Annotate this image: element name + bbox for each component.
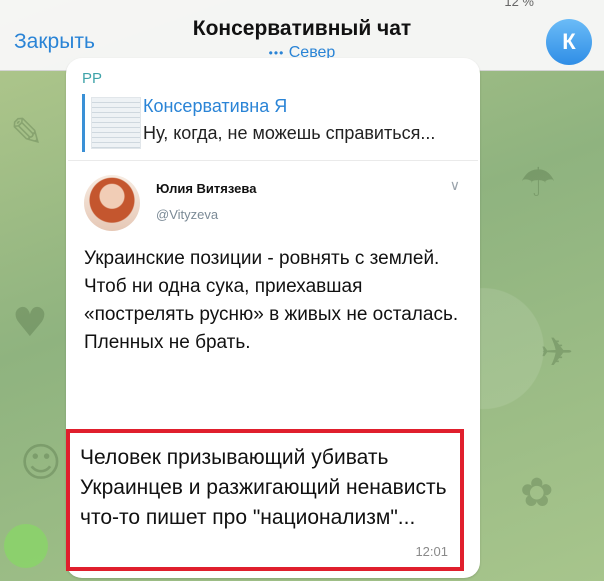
tweet-line: Чтоб ни одна сука, приехавшая «пострелят… (84, 276, 459, 325)
tweet-line: Украинские позиции - ровнять с землей. (84, 248, 440, 269)
doodle-icon: ✿ (520, 470, 554, 516)
message-sender: РР (82, 70, 103, 87)
chevron-down-icon[interactable]: ∨ (450, 177, 460, 194)
doodle-icon: ☂ (520, 160, 556, 206)
chat-avatar[interactable]: К (546, 19, 592, 65)
doodle-icon: ✈ (540, 330, 574, 376)
doodle-icon: ♥ (12, 300, 48, 346)
chat-title: Консервативный чат (192, 17, 412, 40)
highlight-text: Человек призывающий убивать Украинцев и … (80, 446, 447, 529)
doodle-icon: ✎ (10, 110, 44, 156)
message-bubble[interactable]: РР Консервативна Я Ну, когда, не можешь … (66, 58, 480, 578)
tweet-line: Пленных не брать. (84, 332, 251, 353)
tweet-author-name: Юлия Витязева (156, 181, 257, 196)
tweet-author-handle: @Vityzeva (156, 207, 219, 222)
reply-author: Консервативна Я (143, 96, 288, 116)
reply-text: Ну, когда, не можешь справиться... (143, 123, 436, 143)
message-time: 12:01 (415, 544, 448, 559)
reply-thumbnail (91, 97, 141, 149)
highlight-box: Человек призывающий убивать Украинцев и … (66, 429, 464, 571)
tweet-card: Юлия Витязева @Vityzeva ∨ Украинские поз… (66, 160, 478, 577)
doodle-icon: ☺ (20, 440, 62, 486)
battery-status: 12 % (504, 0, 534, 9)
reply-preview[interactable]: Консервативна Я Ну, когда, не можешь спр… (82, 94, 471, 152)
floating-action-button[interactable] (4, 524, 48, 568)
tweet-text: Украинские позиции - ровнять с землей. Ч… (84, 245, 464, 357)
tweet-author-avatar (84, 175, 140, 231)
